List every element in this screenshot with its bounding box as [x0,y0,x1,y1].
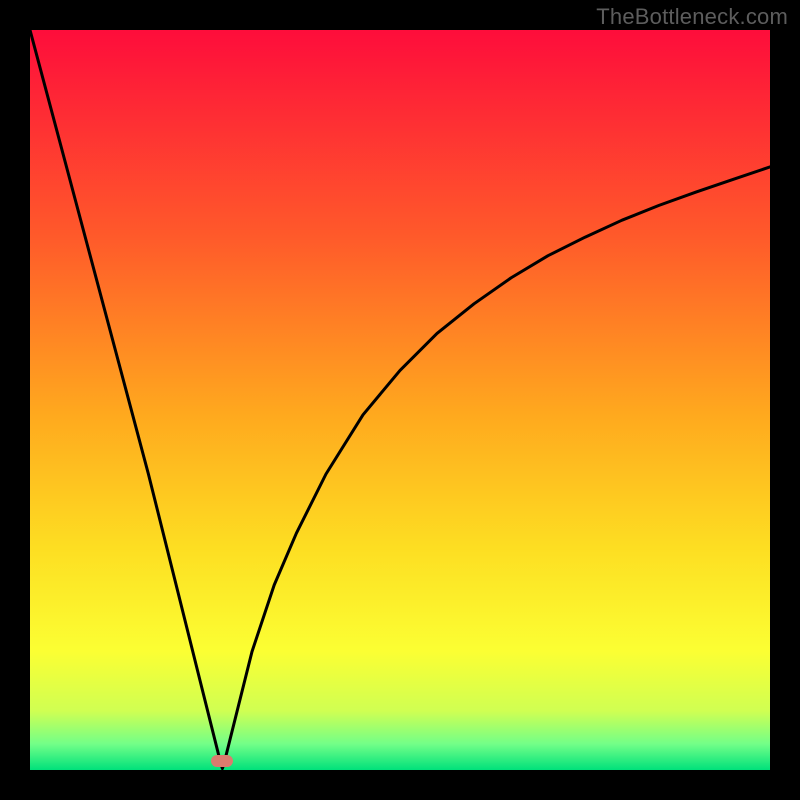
chart-frame: TheBottleneck.com [0,0,800,800]
gradient-background [30,30,770,770]
plot-area [30,30,770,770]
plot-svg [30,30,770,770]
watermark-text: TheBottleneck.com [596,4,788,30]
minimum-marker [211,755,233,767]
